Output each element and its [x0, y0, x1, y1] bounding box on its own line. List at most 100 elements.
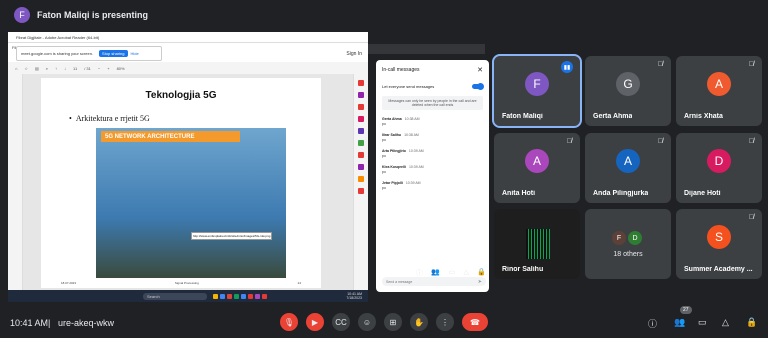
avatar: D: [707, 149, 731, 173]
participants-count-badge: 27: [680, 306, 692, 314]
taskbar-app-icon[interactable]: [227, 293, 232, 299]
info-icon[interactable]: ⓘ: [648, 317, 657, 330]
tool-icon[interactable]: [358, 116, 364, 122]
chat-note: Messages can only be seen by people in t…: [382, 96, 483, 110]
taskbar-app-icon[interactable]: [213, 293, 218, 299]
mic-off-icon: 🎙̸: [566, 138, 572, 145]
tool-icon[interactable]: [358, 92, 364, 98]
taskbar-date: 7/18/2023: [346, 296, 362, 300]
shared-meet-controls: ⓘ 👥 ▭ △ 🔒: [416, 268, 486, 280]
message-sender: Gerta Ahma: [382, 117, 402, 121]
zoom-in-icon[interactable]: +: [107, 66, 109, 71]
participant-name: Gerta Ahma: [593, 113, 633, 120]
tool-icon[interactable]: [358, 80, 364, 86]
stop-sharing-button[interactable]: Stop sharing: [99, 50, 128, 57]
tool-icon[interactable]: [358, 188, 364, 194]
toggle-label: Let everyone send messages: [382, 83, 435, 89]
others-count: 18 others: [613, 251, 643, 258]
next-page-icon[interactable]: ↓: [64, 66, 66, 71]
zoom-level[interactable]: 80%: [117, 66, 125, 71]
avatar: A: [525, 149, 549, 173]
participant-tile[interactable]: 🎙̸ D Dijane Hoti: [676, 133, 762, 203]
participant-tile[interactable]: ▮▮ F Faton Maliqi: [492, 54, 582, 128]
message-sender: Ilirar Salihu: [382, 133, 402, 137]
emoji-button[interactable]: ☺: [358, 313, 376, 331]
message-time: 10:38 AM: [404, 133, 419, 137]
participant-name: Arnis Xhata: [684, 113, 723, 120]
slide-date: 18.07.2023: [61, 281, 77, 285]
participant-name: Faton Maliqi: [502, 113, 543, 120]
mic-off-icon: 🎙̸: [748, 61, 754, 68]
tool-icon[interactable]: [358, 104, 364, 110]
participant-name: Anda Pilingjurka: [593, 190, 649, 197]
participant-tile[interactable]: 🎙̸ G Gerta Ahma: [585, 56, 671, 126]
more-vert-icon: ⋮: [441, 317, 449, 327]
more-options-button[interactable]: ⋮: [436, 313, 454, 331]
home-icon[interactable]: ⌂: [15, 66, 17, 71]
hide-button[interactable]: Hide: [131, 51, 139, 56]
tool-icon[interactable]: [358, 176, 364, 182]
close-icon[interactable]: ✕: [477, 66, 483, 74]
activities-icon[interactable]: △: [722, 317, 729, 328]
captions-button[interactable]: CC: [332, 313, 350, 331]
mic-off-icon: 🎙̸: [657, 138, 663, 145]
participant-tile[interactable]: Rinor Salihu: [494, 209, 580, 279]
info-icon[interactable]: ⓘ: [416, 268, 423, 280]
slide-bullet-text: Arkitektura e rrjetit 5G: [75, 114, 150, 123]
tool-icon[interactable]: [358, 152, 364, 158]
taskbar-app-icon[interactable]: [234, 293, 239, 299]
taskbar-app-icon[interactable]: [262, 293, 267, 299]
star-icon[interactable]: ☆: [24, 66, 28, 71]
chat-icon[interactable]: ▭: [698, 317, 707, 328]
lock-icon[interactable]: 🔒: [477, 268, 486, 280]
sign-in-link[interactable]: Sign In: [346, 51, 362, 57]
message-list: Gerta Ahma 10:38 AM po Ilirar Salihu 10:38…: [376, 117, 489, 190]
participant-tile[interactable]: 🎙̸ A Arnis Xhata: [676, 56, 762, 126]
message: Jetar Pipjolli 10:39 AM po: [376, 181, 489, 190]
share-banner-text: meet.google.com is sharing your screen.: [21, 51, 94, 56]
present-button[interactable]: ⊞: [384, 313, 402, 331]
message-text: po: [382, 170, 386, 174]
mic-off-button[interactable]: 🎙: [280, 313, 298, 331]
message-time: 10:38 AM: [404, 117, 420, 121]
people-icon[interactable]: 👥: [431, 268, 440, 280]
zoom-out-icon[interactable]: −: [98, 66, 100, 71]
message: Arta Pilingjirio 10:39 AM po: [376, 149, 489, 158]
taskbar-app-icon[interactable]: [241, 293, 246, 299]
avatar: A: [707, 72, 731, 96]
slide-page: 24: [297, 281, 301, 285]
taskbar-app-icon[interactable]: [248, 293, 253, 299]
participant-tile[interactable]: 🎙̸ A Anda Pilingjurka: [585, 133, 671, 203]
tool-icon[interactable]: [358, 128, 364, 134]
raise-hand-button[interactable]: ✋: [410, 313, 428, 331]
chat-permission-row: Let everyone send messages: [376, 80, 489, 92]
others-tile[interactable]: F D 18 others: [585, 209, 671, 279]
tool-icon[interactable]: [358, 164, 364, 170]
taskbar-app-icon[interactable]: [220, 293, 225, 299]
meeting-time: 10:41 AM: [10, 318, 49, 328]
participant-name: Summer Academy ...: [684, 266, 753, 273]
pdf-tools-panel: [353, 74, 368, 290]
print-icon[interactable]: ▤: [35, 66, 39, 71]
taskbar-app-icon[interactable]: [255, 293, 260, 299]
message-sender: Jetar Pipjolli: [382, 181, 403, 185]
participant-tile[interactable]: 🎙̸ S Summer Academy ...: [676, 209, 762, 279]
camera-off-button[interactable]: ▶: [306, 313, 324, 331]
activities-icon[interactable]: △: [463, 268, 468, 280]
pdf-page: Teknologjia 5G • Arkitektura e rrjetit 5…: [41, 78, 321, 288]
taskbar-clock: 10:41 AM 7/18/2023: [346, 292, 362, 300]
page-number[interactable]: 11: [73, 66, 77, 71]
chat-icon[interactable]: ▭: [448, 268, 455, 280]
let-everyone-send-toggle[interactable]: [472, 82, 484, 90]
participant-tile[interactable]: 🎙̸ A Anita Hoti: [494, 133, 580, 203]
mic-off-icon: 🎙: [283, 317, 295, 327]
leave-call-button[interactable]: ☎: [462, 313, 488, 331]
taskbar-search[interactable]: Search: [143, 292, 207, 300]
pdf-title-bar: Fibrat Digjitale - Adobe Acrobat Reader …: [8, 32, 368, 43]
prev-page-icon[interactable]: ↑: [55, 66, 57, 71]
search-icon[interactable]: ⌕: [46, 66, 48, 71]
people-icon[interactable]: 👥: [674, 317, 685, 328]
tool-icon[interactable]: [358, 140, 364, 146]
host-controls-icon[interactable]: 🔒: [746, 317, 757, 328]
message: Ilirar Salihu 10:38 AM po: [376, 133, 489, 142]
